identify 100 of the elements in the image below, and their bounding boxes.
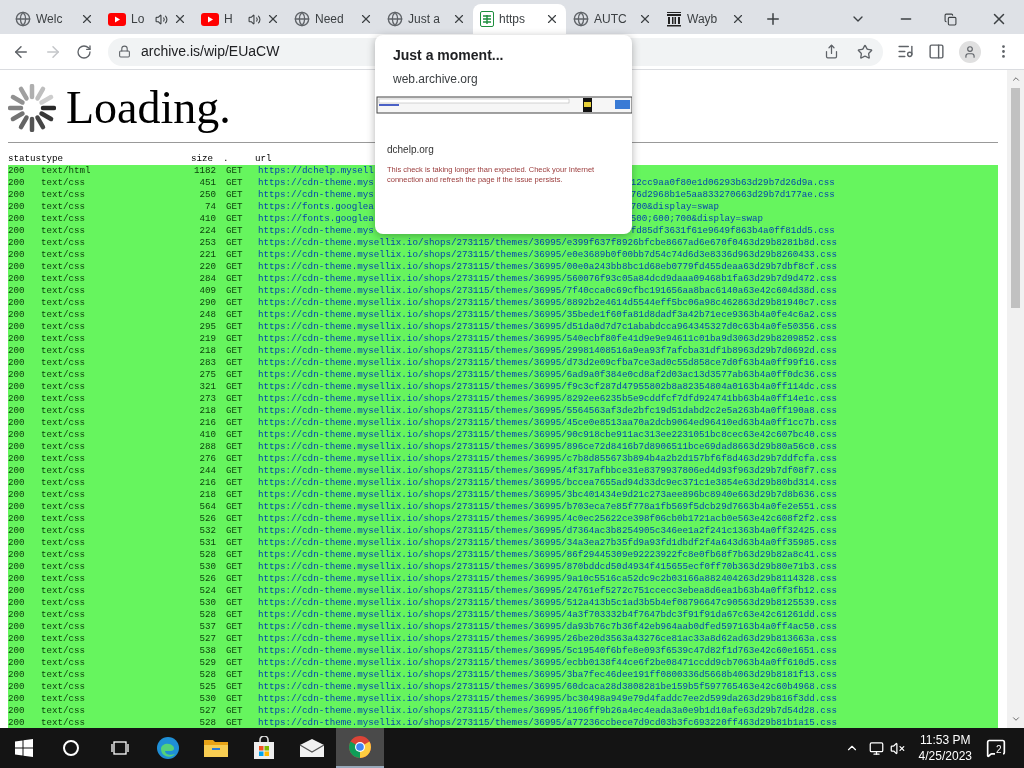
size-cell-text: 528 [198,669,216,681]
method-cell-text: GET [226,681,244,693]
method-cell-text: GET [226,561,244,573]
size-cell-text: 283 [198,357,216,369]
status-cell-text: 200 [8,633,26,645]
method-cell-text: GET [226,645,244,657]
size-cell-text: 538 [198,645,216,657]
size-cell-text: 218 [198,405,216,417]
method-cell-text: GET [226,549,244,561]
clock-date: 4/25/2023 [918,748,972,764]
card-title: Just a moment... [393,46,505,65]
type-cell-text: text/css [41,309,87,321]
status-cell-text: 200 [8,693,26,705]
size-cell-text: 1182 [192,165,216,177]
status-cell-text: 200 [8,309,26,321]
method-cell-text: GET [226,465,244,477]
status-cell-text: 200 [8,573,26,585]
type-cell-text: text/css [41,633,87,645]
method-cell-text: GET [226,513,244,525]
type-cell-text: text/css [41,285,87,297]
status-cell-text: 200 [8,201,26,213]
type-cell-text: text/css [41,621,87,633]
column-header: status [8,153,41,165]
method-cell-text: GET [226,285,244,297]
status-cell-text: 200 [8,501,26,513]
type-cell-text: text/css [41,417,87,429]
size-cell-text: 284 [198,273,216,285]
method-cell-text: GET [226,657,244,669]
column-header: type [41,153,65,165]
status-cell-text: 200 [8,237,26,249]
status-cell-text: 200 [8,645,26,657]
status-cell-text: 200 [8,285,26,297]
method-cell-text: GET [226,357,244,369]
tab-title: Wayb [687,11,718,28]
size-cell-text: 290 [198,297,216,309]
status-cell-text: 200 [8,393,26,405]
type-cell-text: text/css [41,693,87,705]
size-cell-text: 526 [198,513,216,525]
type-cell-text: text/css [41,177,87,189]
status-cell-text: 200 [8,453,26,465]
status-cell-text: 200 [8,621,26,633]
tab-title: Welc [36,11,63,28]
method-cell-text: GET [226,669,244,681]
size-cell-text: 250 [198,189,216,201]
type-cell-text: text/css [41,189,87,201]
size-cell-text: 275 [198,369,216,381]
method-cell-text: GET [226,633,244,645]
status-cell-text: 200 [8,717,26,729]
tab-title: Just a [408,11,440,28]
status-cell-text: 200 [8,297,26,309]
status-cell-text: 200 [8,357,26,369]
type-cell-text: text/css [41,525,87,537]
size-cell-text: 528 [198,609,216,621]
type-cell-text: text/css [41,465,87,477]
method-cell-text: GET [226,201,244,213]
tab-title: AUTC [594,11,627,28]
method-cell-text: GET [226,429,244,441]
method-cell-text: GET [226,237,244,249]
type-cell-text: text/css [41,441,87,453]
type-cell-text: text/css [41,669,87,681]
size-cell-text: 221 [198,249,216,261]
type-cell-text: text/css [41,561,87,573]
method-cell-text: GET [226,621,244,633]
status-cell-text: 200 [8,381,26,393]
method-cell-text: GET [226,573,244,585]
size-cell-text: 564 [198,501,216,513]
method-cell-text: GET [226,345,244,357]
method-cell-text: GET [226,501,244,513]
status-cell-text: 200 [8,165,26,177]
method-cell-text: GET [226,597,244,609]
size-cell-text: 248 [198,309,216,321]
column-header: url [255,153,272,165]
size-cell-text: 537 [198,621,216,633]
type-cell-text: text/css [41,249,87,261]
size-cell-text: 410 [198,429,216,441]
size-cell-text: 273 [198,393,216,405]
size-cell-text: 530 [198,693,216,705]
method-cell-text: GET [226,321,244,333]
size-cell-text: 288 [198,441,216,453]
size-cell-text: 276 [198,453,216,465]
status-cell-text: 200 [8,249,26,261]
size-cell-text: 526 [198,573,216,585]
size-cell-text: 219 [198,333,216,345]
size-cell-text: 531 [198,537,216,549]
type-cell-text: text/css [41,297,87,309]
status-cell-text: 200 [8,597,26,609]
size-cell-text: 220 [198,261,216,273]
status-cell-text: 200 [8,333,26,345]
size-cell-text: 451 [198,177,216,189]
size-cell-text: 527 [198,705,216,717]
size-cell-text: 528 [198,549,216,561]
size-cell-text: 321 [198,381,216,393]
size-cell-text: 216 [198,477,216,489]
type-cell-text: text/css [41,453,87,465]
status-cell-text: 200 [8,585,26,597]
method-cell-text: GET [226,393,244,405]
type-cell-text: text/css [41,609,87,621]
type-cell-text: text/css [41,321,87,333]
type-cell-text: text/css [41,201,87,213]
type-cell-text: text/css [41,681,87,693]
